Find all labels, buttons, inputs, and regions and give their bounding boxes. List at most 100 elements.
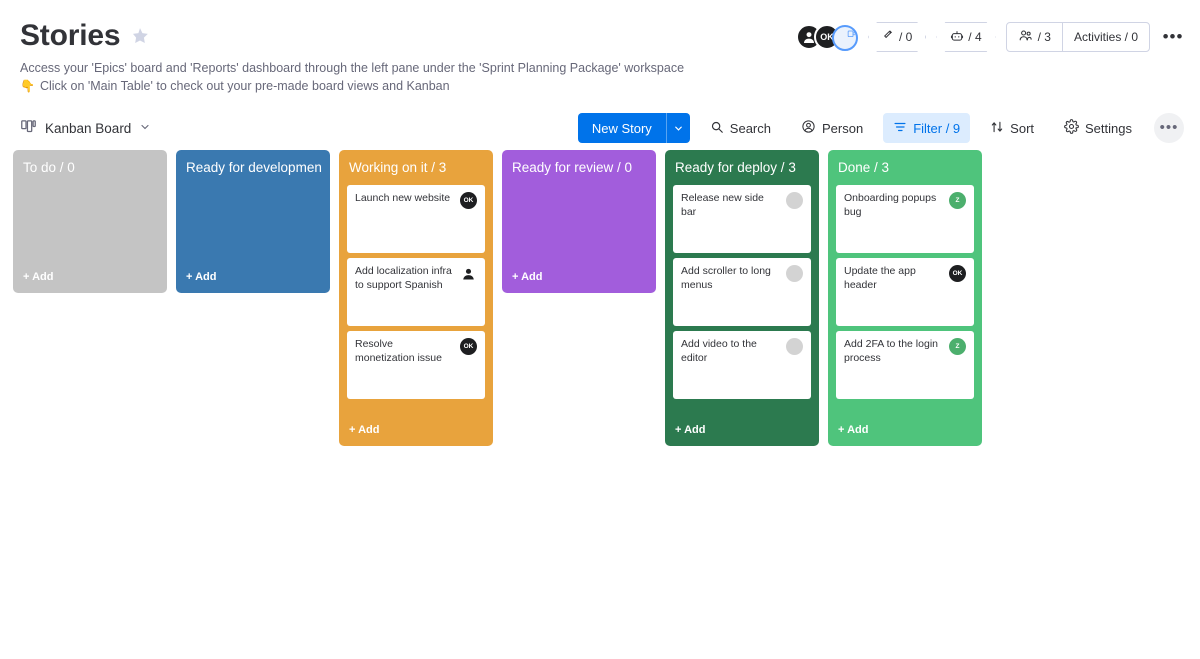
column-title: Done / 3 (838, 160, 890, 175)
robot-icon (950, 29, 964, 46)
person-label: Person (822, 120, 864, 136)
activities-label: Activities / 0 (1073, 30, 1138, 44)
card-title: Add localization infra to support Spanis… (355, 265, 452, 291)
kanban-card[interactable]: Add 2FA to the login process Z (836, 331, 974, 399)
column-card-list: Launch new website OK Add localization inf… (347, 185, 485, 399)
card-assignee-avatar[interactable]: Z (949, 192, 966, 209)
new-story-button[interactable]: New Story (577, 113, 690, 143)
avatar-group: OK (795, 23, 858, 51)
activities-button[interactable]: Activities / 0 (1061, 23, 1149, 51)
kanban-column-working-on-it: Working on it / 3 Launch new website OK Add… (339, 150, 493, 446)
person-button[interactable]: Person (791, 113, 873, 143)
card-title: Launch new website (355, 192, 451, 204)
sort-label: Sort (1010, 120, 1035, 136)
integrations-count: / 4 (968, 30, 982, 44)
card-title: Update the app header (844, 265, 916, 291)
search-icon (710, 120, 724, 137)
header-more-button[interactable]: ••• (1160, 24, 1186, 50)
automations-pill[interactable]: / 0 (868, 22, 926, 52)
kanban-column-done: Done / 3 Onboarding popups bug Z Update the… (828, 150, 982, 446)
avatar-board-integration[interactable] (831, 25, 858, 51)
pointing-hand-icon: 👇 (20, 79, 35, 93)
kanban-card[interactable]: Update the app header OK (836, 258, 974, 326)
new-story-label: New Story (591, 120, 652, 136)
column-title: To do / 0 (23, 160, 75, 175)
card-assignee-avatar[interactable] (460, 265, 477, 282)
column-spacer (21, 185, 159, 262)
view-name: Kanban Board (45, 120, 132, 136)
card-title: Add scroller to long menus (681, 265, 771, 291)
column-add-button[interactable]: + Add (347, 415, 485, 438)
new-story-caret-icon[interactable] (665, 113, 690, 143)
chevron-down-icon[interactable] (139, 121, 151, 136)
kanban-card[interactable]: Launch new website OK (347, 185, 485, 253)
gear-icon (1064, 119, 1079, 137)
card-title: Add 2FA to the login process (844, 338, 938, 364)
card-assignee-avatar[interactable] (786, 192, 803, 209)
search-button[interactable]: Search (700, 113, 781, 143)
column-add-button[interactable]: + Add (184, 262, 322, 285)
star-icon[interactable] (130, 26, 150, 46)
sort-button[interactable]: Sort (980, 113, 1044, 143)
column-spacer (347, 399, 485, 415)
kanban-card[interactable]: Onboarding popups bug Z (836, 185, 974, 253)
automations-count: / 0 (898, 30, 913, 44)
view-selector[interactable]: Kanban Board (20, 118, 151, 138)
people-icon (1018, 28, 1033, 46)
kanban-board: To do / 0 + Add Ready for development / 0 +… (0, 150, 1200, 446)
filter-button[interactable]: Filter / 9 (883, 113, 971, 143)
description-line-2-row: 👇 Click on 'Main Table' to check out you… (20, 78, 1184, 94)
description-line-1: Access your 'Epics' board and 'Reports' … (20, 61, 685, 75)
sort-icon (990, 120, 1004, 137)
column-spacer (836, 399, 974, 415)
settings-button[interactable]: Settings (1054, 113, 1142, 143)
kanban-card[interactable]: Add localization infra to support Spanis… (347, 258, 485, 326)
column-add-button[interactable]: + Add (836, 415, 974, 438)
kanban-column-ready-for-development: Ready for development / 0 + Add (176, 150, 330, 293)
toolbar-actions: New Story Search Person Filter / 9 Sort … (577, 113, 1184, 143)
card-assignee-avatar[interactable]: OK (460, 192, 477, 209)
person-icon (801, 119, 816, 137)
column-title: Ready for deploy / 3 (675, 160, 796, 175)
card-assignee-avatar[interactable]: OK (460, 338, 477, 355)
kanban-column-ready-for-deploy: Ready for deploy / 3 Release new side bar… (665, 150, 819, 446)
card-title: Add video to the editor (681, 338, 757, 364)
description-line-2: Click on 'Main Table' to check out your … (39, 79, 450, 93)
column-add-button[interactable]: + Add (673, 415, 811, 438)
members-activities-group: / 3 Activities / 0 (1005, 22, 1150, 52)
kanban-card[interactable]: Add video to the editor (673, 331, 811, 399)
settings-label: Settings (1085, 120, 1132, 136)
board-members-count: / 3 (1037, 30, 1051, 44)
column-spacer (510, 185, 648, 262)
card-title: Onboarding popups bug (844, 192, 937, 218)
board-toolbar: Kanban Board New Story Search Person Fil… (0, 108, 1200, 148)
card-assignee-avatar[interactable]: Z (949, 338, 966, 355)
column-spacer (673, 399, 811, 415)
column-title: Working on it / 3 (349, 160, 447, 175)
kanban-card[interactable]: Add scroller to long menus (673, 258, 811, 326)
page-header: Stories Access your 'Epics' board and 'R… (0, 0, 1200, 94)
search-label: Search (729, 120, 771, 136)
column-add-button[interactable]: + Add (21, 262, 159, 285)
toolbar-more-button[interactable]: ••• (1154, 113, 1184, 143)
column-add-button[interactable]: + Add (510, 262, 648, 285)
board-description: Access your 'Epics' board and 'Reports' … (20, 60, 1184, 94)
filter-label: Filter / 9 (913, 120, 961, 136)
card-title: Release new side bar (681, 192, 764, 218)
wand-icon (882, 29, 895, 45)
card-assignee-avatar[interactable] (786, 265, 803, 282)
column-title: Ready for development / 0 (186, 160, 322, 175)
column-card-list: Release new side bar Add scroller to long… (673, 185, 811, 399)
kanban-card[interactable]: Release new side bar (673, 185, 811, 253)
kanban-card[interactable]: Resolve monetization issue OK (347, 331, 485, 399)
page-title: Stories (20, 19, 121, 52)
header-actions: OK / 0 / 4 / 3 Activities / 0 ••• (795, 22, 1186, 52)
column-card-list: Onboarding popups bug Z Update the app hea… (836, 185, 974, 399)
column-spacer (184, 185, 322, 262)
kanban-column-ready-for-review: Ready for review / 0 + Add (502, 150, 656, 293)
card-assignee-avatar[interactable]: OK (949, 265, 966, 282)
card-assignee-avatar[interactable] (786, 338, 803, 355)
integrations-pill[interactable]: / 4 (936, 22, 995, 52)
column-title: Ready for review / 0 (512, 160, 633, 175)
board-members-button[interactable]: / 3 (1007, 23, 1062, 51)
